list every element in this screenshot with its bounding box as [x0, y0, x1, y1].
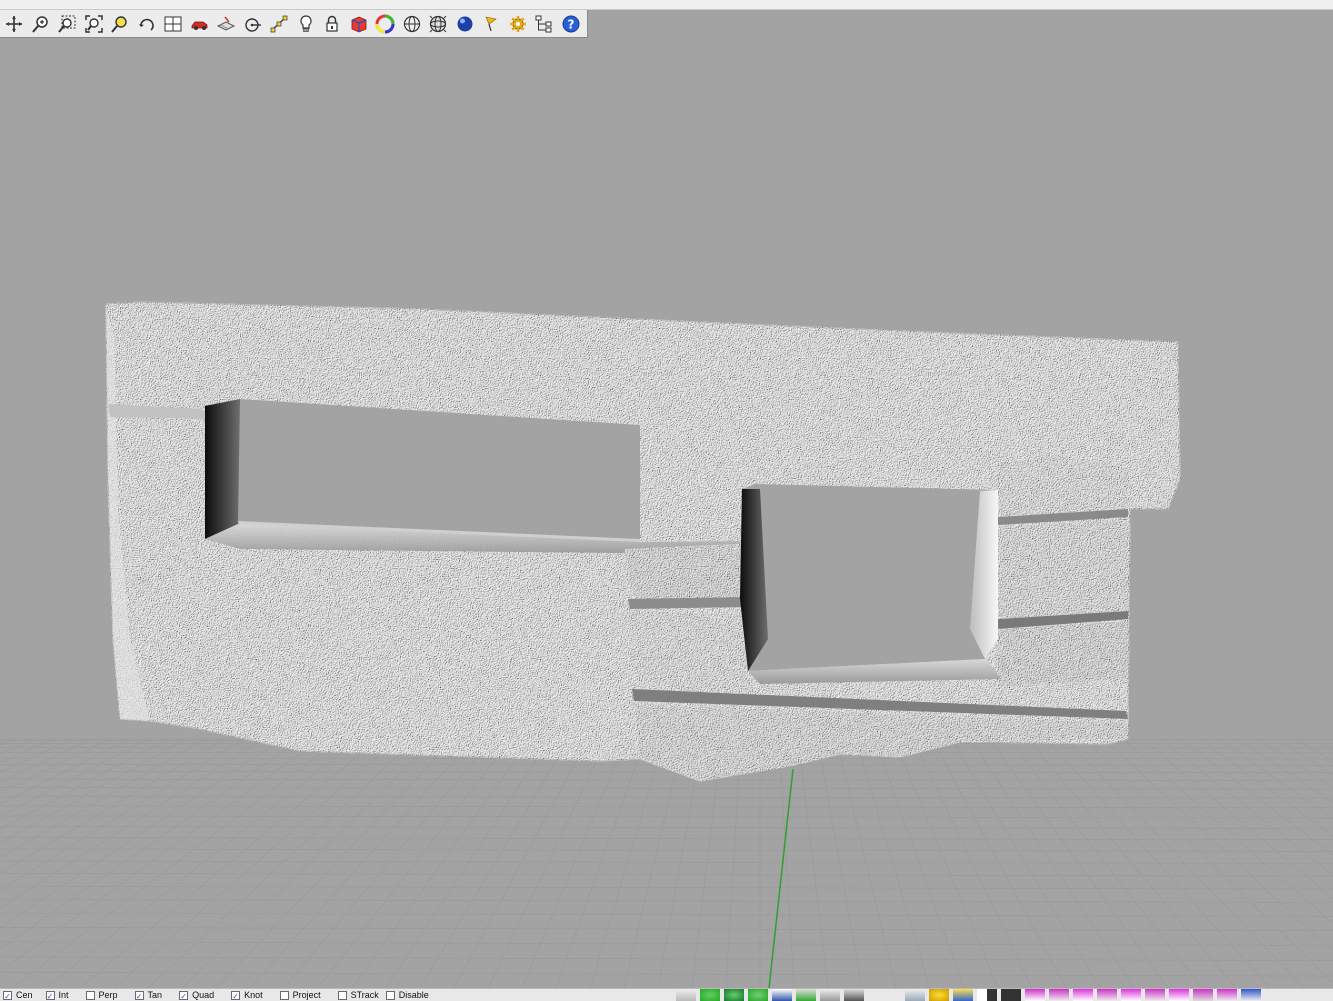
- osnap-label: Perp: [99, 990, 118, 1000]
- cone-icon[interactable]: [820, 989, 840, 1001]
- panel-tool-icon[interactable]: [1241, 989, 1261, 1001]
- osnap-label: Project: [293, 990, 321, 1000]
- flag-icon[interactable]: [479, 12, 503, 36]
- osnap-checkbox[interactable]: [280, 991, 289, 1000]
- osnap-bar: ✓ Cen ✓ Int Perp ✓ Tan ✓ Quad ✓ Knot Project STrack D…: [0, 989, 433, 1001]
- layer-plane-icon[interactable]: [214, 12, 238, 36]
- osnap-knot[interactable]: ✓ Knot: [231, 989, 263, 1000]
- osnap-checkbox[interactable]: ✓: [46, 991, 55, 1000]
- target-icon[interactable]: [241, 12, 265, 36]
- extrude-tool-icon[interactable]: [1217, 989, 1237, 1001]
- zoom-extents-icon[interactable]: [82, 12, 106, 36]
- box-tool-icon[interactable]: [1193, 989, 1213, 1001]
- render-book-icon[interactable]: [347, 12, 371, 36]
- environment-icon[interactable]: [772, 989, 792, 1001]
- zoom-window-icon[interactable]: [55, 12, 79, 36]
- osnap-label: Cen: [16, 990, 33, 1000]
- light-icon[interactable]: [953, 989, 973, 1001]
- osnap-checkbox[interactable]: ✓: [135, 991, 144, 1000]
- window-top-strip: [0, 0, 1333, 10]
- osnap-label: Tan: [148, 990, 163, 1000]
- bottom-toolbar-left: [676, 989, 868, 1001]
- osnap-checkbox[interactable]: ✓: [3, 991, 12, 1000]
- snap-points-icon[interactable]: [267, 12, 291, 36]
- blue-sphere-icon[interactable]: [453, 12, 477, 36]
- standard-toolbar: ?: [0, 10, 588, 38]
- osnap-label: Int: [59, 990, 69, 1000]
- curve-tool-icon[interactable]: [1025, 989, 1045, 1001]
- loop-tool-icon[interactable]: [1169, 989, 1189, 1001]
- sphere-wireframe-icon[interactable]: [400, 12, 424, 36]
- help-icon[interactable]: ?: [559, 12, 583, 36]
- color-wheel-icon[interactable]: [373, 12, 397, 36]
- zoom-icon[interactable]: [29, 12, 53, 36]
- render-sphere-icon[interactable]: [748, 989, 768, 1001]
- hierarchy-icon[interactable]: [532, 12, 556, 36]
- osnap-checkbox[interactable]: ✓: [231, 991, 240, 1000]
- osnap-label: Quad: [192, 990, 214, 1000]
- lock-icon[interactable]: [320, 12, 344, 36]
- osnap-label: Disable: [399, 990, 429, 1000]
- toolbar-area-empty: [589, 10, 1333, 38]
- osnap-strack[interactable]: STrack: [338, 989, 379, 1000]
- sphere-grid-icon[interactable]: [426, 12, 450, 36]
- osnap-checkbox[interactable]: [86, 991, 95, 1000]
- light-bulb-icon[interactable]: [294, 12, 318, 36]
- osnap-checkbox[interactable]: ✓: [179, 991, 188, 1000]
- arrow-tool-icon[interactable]: [1073, 989, 1093, 1001]
- settings-icon[interactable]: [844, 989, 864, 1001]
- rotate-view-icon[interactable]: [135, 12, 159, 36]
- shaded-sphere-icon[interactable]: [724, 989, 744, 1001]
- fold-tool-icon[interactable]: [1121, 989, 1141, 1001]
- dark-mode-icon[interactable]: [1001, 989, 1021, 1001]
- surface-tool-icon[interactable]: [1097, 989, 1117, 1001]
- osnap-cen[interactable]: ✓ Cen: [3, 989, 33, 1000]
- osnap-label: STrack: [351, 990, 379, 1000]
- perspective-viewport[interactable]: [0, 39, 1333, 988]
- select-icon[interactable]: [676, 989, 696, 1001]
- green-sphere-icon[interactable]: [700, 989, 720, 1001]
- four-viewports-icon[interactable]: [161, 12, 185, 36]
- status-bar: ✓ Cen ✓ Int Perp ✓ Tan ✓ Quad ✓ Knot Project STrack D…: [0, 988, 1333, 1001]
- gear-icon[interactable]: [506, 12, 530, 36]
- osnap-project[interactable]: Project: [280, 989, 321, 1000]
- zoom-tool-icon[interactable]: [905, 989, 925, 1001]
- svg-text:?: ?: [567, 17, 574, 31]
- osnap-disable[interactable]: Disable: [386, 989, 429, 1000]
- bottom-toolbar-right: [905, 989, 1265, 1001]
- osnap-int[interactable]: ✓ Int: [46, 989, 69, 1000]
- car-icon[interactable]: [188, 12, 212, 36]
- viewport-canvas: [0, 39, 1333, 988]
- zoom-selected-icon[interactable]: [108, 12, 132, 36]
- osnap-label: Knot: [244, 990, 263, 1000]
- osnap-checkbox[interactable]: [338, 991, 347, 1000]
- rotate-tool-icon[interactable]: [1049, 989, 1069, 1001]
- tree-icon[interactable]: [796, 989, 816, 1001]
- scanned-wall-mesh[interactable]: [106, 302, 1180, 781]
- osnap-perp[interactable]: Perp: [86, 989, 118, 1000]
- osnap-checkbox[interactable]: [386, 991, 395, 1000]
- osnap-quad[interactable]: ✓ Quad: [179, 989, 214, 1000]
- contrast-icon[interactable]: [977, 989, 997, 1001]
- scatter-tool-icon[interactable]: [1145, 989, 1165, 1001]
- sun-icon[interactable]: [929, 989, 949, 1001]
- pan-icon[interactable]: [2, 12, 26, 36]
- osnap-tan[interactable]: ✓ Tan: [135, 989, 163, 1000]
